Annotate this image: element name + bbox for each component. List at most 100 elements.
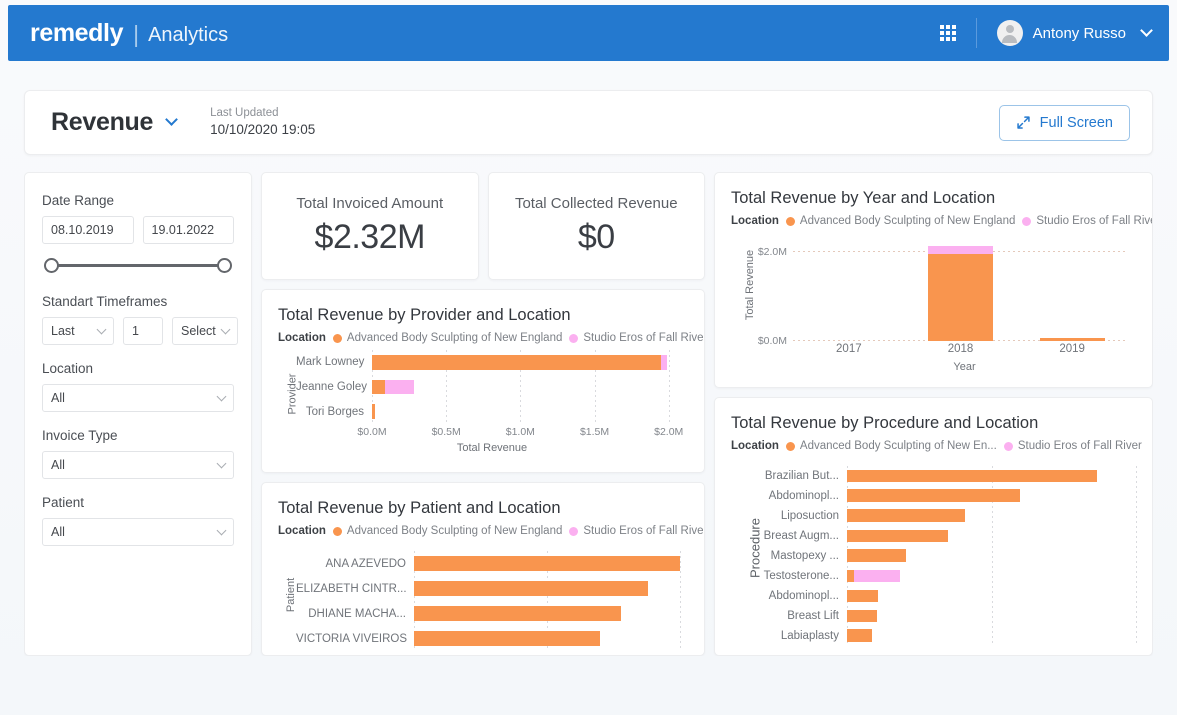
bar-row[interactable]: VICTORIA VIVEIROS	[296, 626, 688, 651]
bar-row[interactable]: Jeanne Goley	[296, 375, 688, 400]
invoice-type-value: All	[51, 458, 65, 472]
full-screen-button[interactable]: Full Screen	[999, 105, 1130, 141]
bar-track	[847, 526, 1136, 546]
kpi-title: Total Collected Revenue	[515, 195, 678, 212]
bar-track	[372, 375, 688, 400]
bar-segment[interactable]	[854, 570, 900, 583]
date-to-input[interactable]: 19.01.2022	[143, 216, 235, 244]
bar-column[interactable]	[928, 239, 993, 341]
legend-item-series2[interactable]: Studio Eros of Fall River	[569, 332, 705, 344]
x-tick-label: 2018	[948, 343, 974, 355]
timeframe-mode-select[interactable]: Last	[42, 317, 114, 345]
bar-segment[interactable]	[847, 570, 854, 583]
bar-row[interactable]: ANA AZEVEDO	[296, 551, 688, 576]
user-name: Antony Russo	[1033, 25, 1126, 42]
bar-row[interactable]: Tori Borges	[296, 399, 688, 424]
legend-label: Advanced Body Sculpting of New En...	[800, 440, 997, 452]
bar-segment[interactable]	[847, 470, 1097, 483]
bar-segment[interactable]	[372, 404, 375, 419]
right-column: Total Revenue by Year and Location Locat…	[714, 172, 1153, 656]
middle-column: Total Invoiced Amount $2.32M Total Colle…	[261, 172, 705, 656]
legend-item-series2[interactable]: Studio Eros of Fall River	[1004, 440, 1142, 452]
bar-track	[847, 626, 1136, 646]
invoice-type-filter: Invoice Type All	[42, 428, 234, 479]
date-range-slider[interactable]	[44, 254, 232, 278]
bar-row[interactable]: Labiaplasty	[753, 626, 1136, 646]
bar-row[interactable]: Liposuction	[753, 506, 1136, 526]
slider-handle-start[interactable]	[44, 258, 59, 273]
bar-segment[interactable]	[928, 246, 993, 254]
legend-item-series1[interactable]: Advanced Body Sculpting of New England	[333, 332, 562, 344]
bar-row[interactable]: Mark Lowney	[296, 350, 688, 375]
bar-rows: Mark LowneyJeanne GoleyTori Borges	[296, 350, 688, 424]
bar-row[interactable]: Breast Lift	[753, 606, 1136, 626]
bar-row[interactable]: Mastopexy ...	[753, 546, 1136, 566]
bar-segment[interactable]	[661, 355, 667, 370]
timeframes-label: Standart Timeframes	[42, 294, 234, 309]
chevron-down-icon[interactable]	[1140, 24, 1153, 37]
bar-segment[interactable]	[847, 530, 948, 543]
legend-item-series1[interactable]: Advanced Body Sculpting of New En...	[786, 440, 997, 452]
bar-row[interactable]: Brazilian But...	[753, 466, 1136, 486]
bar-segment[interactable]	[847, 629, 872, 642]
date-range-label: Date Range	[42, 193, 234, 208]
x-axis-ticks: $0.0M$0.5M$1.0M$1.5M$2.0M	[296, 424, 688, 440]
location-value: All	[51, 391, 65, 405]
legend-label: Advanced Body Sculpting of New England	[800, 215, 1015, 227]
invoice-type-select[interactable]: All	[42, 451, 234, 479]
bar-segment[interactable]	[847, 509, 965, 522]
location-filter: Location All	[42, 361, 234, 412]
bar-segment[interactable]	[414, 606, 621, 621]
legend-item-series2[interactable]: Studio Eros of Fall River	[1022, 215, 1153, 227]
bar-row[interactable]: Breast Augm...	[753, 526, 1136, 546]
brand-logo[interactable]: remedly | Analytics	[30, 19, 228, 48]
bar-segment[interactable]	[928, 254, 993, 341]
timeframe-unit-select[interactable]: Select	[172, 317, 238, 345]
x-tick-label: $1.5M	[580, 426, 609, 438]
date-from-input[interactable]: 08.10.2019	[42, 216, 134, 244]
bar-segment[interactable]	[414, 631, 600, 646]
legend-swatch-pink	[569, 334, 578, 343]
bar-segment[interactable]	[847, 549, 906, 562]
bar-segment[interactable]	[847, 489, 1020, 502]
chart-card-procedure: Total Revenue by Procedure and Location …	[714, 397, 1153, 656]
bar-track	[847, 546, 1136, 566]
legend-item-series2[interactable]: Studio Eros of Fall River	[569, 525, 705, 537]
bar-segment[interactable]	[847, 590, 878, 603]
bar-row[interactable]: Testosterone...	[753, 566, 1136, 586]
bar-row[interactable]: DHIANE MACHA...	[296, 601, 688, 626]
kpi-row: Total Invoiced Amount $2.32M Total Colle…	[261, 172, 705, 280]
slider-handle-end[interactable]	[217, 258, 232, 273]
bar-column[interactable]	[816, 239, 881, 341]
gridline	[1136, 466, 1137, 646]
bar-row[interactable]: Abdominopl...	[753, 486, 1136, 506]
page-title-chevron-down-icon[interactable]	[165, 113, 178, 126]
timeframe-count-input[interactable]: 1	[123, 317, 163, 345]
legend-label: Studio Eros of Fall River	[583, 525, 705, 537]
bar-segment[interactable]	[385, 380, 413, 395]
page-header-card: Revenue Last Updated 10/10/2020 19:05 Fu…	[24, 90, 1153, 155]
bar-segment[interactable]	[414, 556, 680, 571]
invoice-type-label: Invoice Type	[42, 428, 234, 443]
bar-segment[interactable]	[372, 355, 661, 370]
page-title: Revenue	[51, 108, 153, 137]
bar-track	[847, 466, 1136, 486]
bar-segment[interactable]	[372, 380, 385, 395]
location-select[interactable]: All	[42, 384, 234, 412]
patient-select[interactable]: All	[42, 518, 234, 546]
bar-row[interactable]: ELIZABETH CINTR...	[296, 576, 688, 601]
bar-category-label: ELIZABETH CINTR...	[296, 583, 414, 595]
legend-swatch-orange	[333, 527, 342, 536]
grid-apps-icon[interactable]	[940, 25, 956, 41]
user-menu[interactable]: Antony Russo	[997, 20, 1151, 46]
bar-column[interactable]	[1040, 239, 1105, 341]
legend-item-series1[interactable]: Advanced Body Sculpting of New England	[333, 525, 562, 537]
bar-segment[interactable]	[847, 610, 877, 623]
legend-item-series1[interactable]: Advanced Body Sculpting of New England	[786, 215, 1015, 227]
bar-row[interactable]: Abdominopl...	[753, 586, 1136, 606]
bar-category-label: Labiaplasty	[753, 630, 847, 642]
x-tick-label: $0.5M	[432, 426, 461, 438]
bar-segment[interactable]	[414, 581, 648, 596]
expand-arrows-icon	[1016, 115, 1031, 130]
plot-area: Patient ANA AZEVEDOELIZABETH CINTR...DHI…	[278, 551, 688, 656]
